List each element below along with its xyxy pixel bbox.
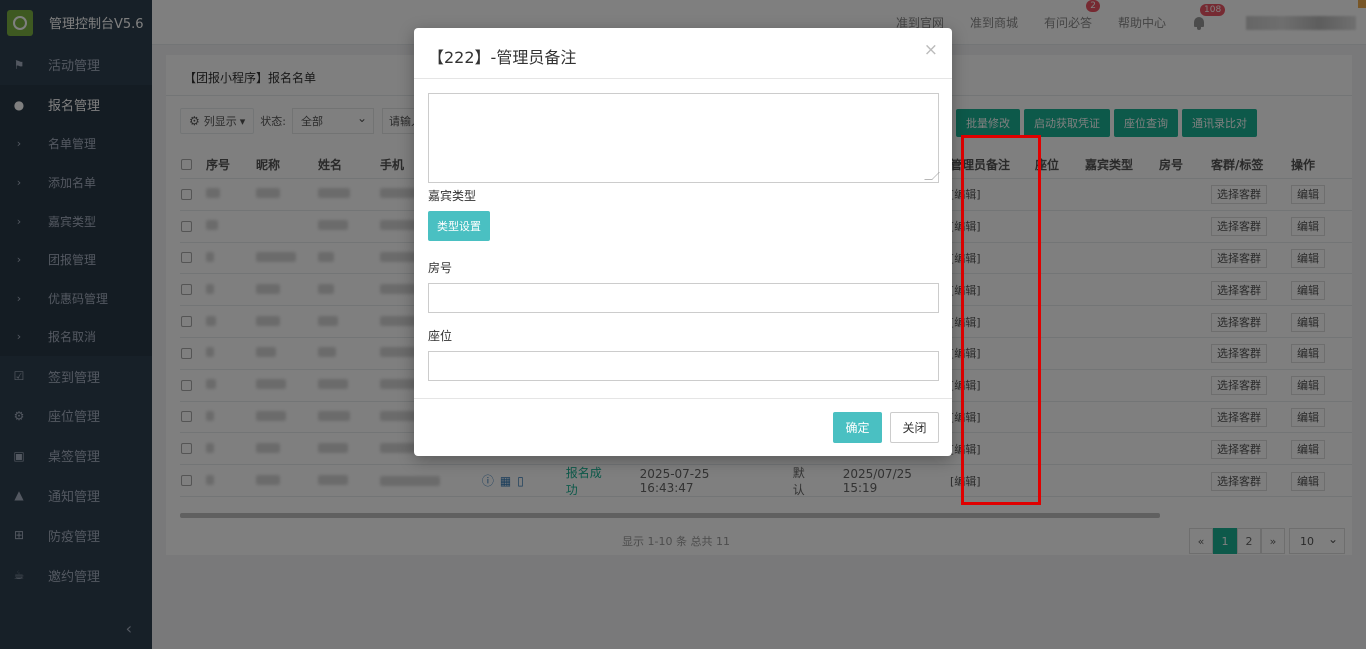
resize-handle-icon[interactable] [924,172,940,180]
room-label: 房号 [428,261,453,275]
close-button[interactable]: 关闭 [890,412,939,443]
modal-title: 【222】-管理员备注 [428,48,577,67]
modal-body: 嘉宾类型 类型设置 房号 座位 [428,93,940,381]
seat-label: 座位 [428,329,453,343]
remark-textarea[interactable] [428,93,940,183]
modal-footer: 确定 关闭 [414,398,952,456]
guest-type-label: 嘉宾类型 [428,189,477,203]
confirm-button[interactable]: 确定 [833,412,882,443]
close-icon[interactable]: × [924,40,938,60]
room-input[interactable] [428,283,939,313]
highlight-annotation [961,135,1041,505]
modal-header: 【222】-管理员备注 × [414,28,952,79]
type-settings-button[interactable]: 类型设置 [428,211,490,241]
admin-remark-modal: 【222】-管理员备注 × 嘉宾类型 类型设置 房号 座位 确定 关闭 [414,28,952,456]
seat-input[interactable] [428,351,939,381]
